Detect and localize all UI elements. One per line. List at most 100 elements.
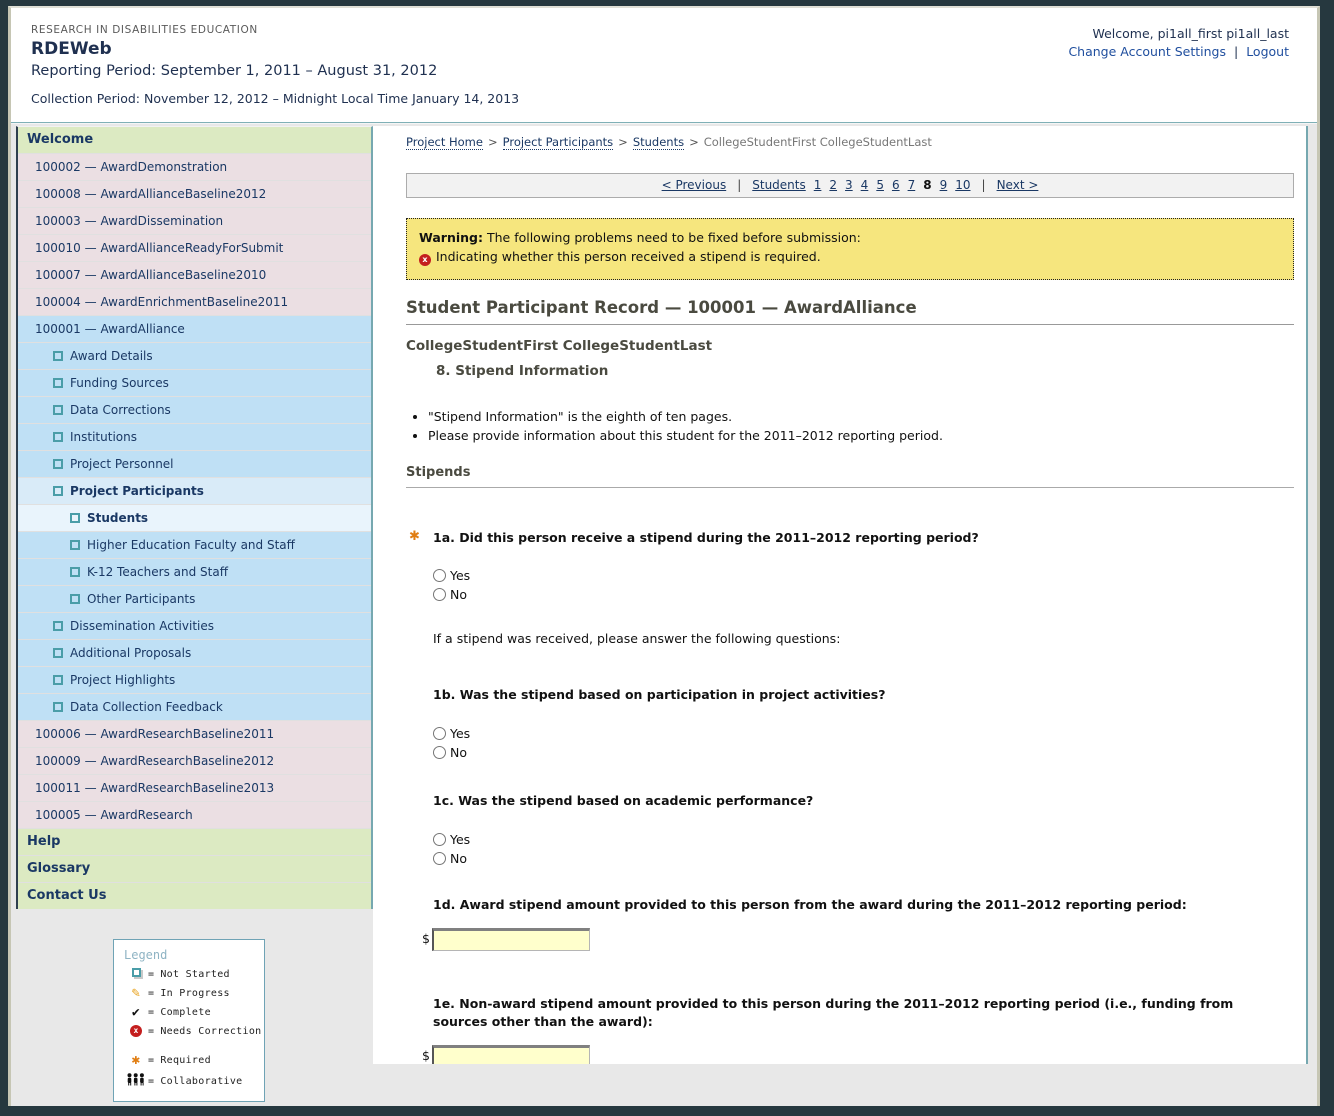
sidebar-item-label: 100008 — AwardAllianceBaseline2012	[35, 187, 266, 201]
sidebar-item-100005-awardresearch[interactable]: 100005 — AwardResearch	[18, 802, 371, 828]
change-account-settings-link[interactable]: Change Account Settings	[1068, 44, 1226, 59]
q1a-yes-radio[interactable]: Yes	[433, 568, 1294, 587]
welcome-user: Welcome, pi1all_first pi1all_last	[1068, 26, 1289, 41]
sidebar-item-100002-awarddemonstration[interactable]: 100002 — AwardDemonstration	[18, 154, 371, 180]
sidebar-item-welcome[interactable]: Welcome	[18, 127, 371, 153]
legend-label: Complete	[160, 1007, 211, 1018]
radio-label: Yes	[450, 568, 470, 583]
sidebar-item-100001-awardalliance[interactable]: 100001 — AwardAlliance	[18, 316, 371, 342]
required-icon: ✱	[132, 1052, 141, 1068]
sidebar-item-data-collection-feedback[interactable]: Data Collection Feedback	[18, 694, 371, 720]
sidebar-item-100003-awarddissemination[interactable]: 100003 — AwardDissemination	[18, 208, 371, 234]
sidebar-item-data-corrections[interactable]: Data Corrections	[18, 397, 371, 423]
sidebar-item-label: Dissemination Activities	[70, 619, 214, 633]
sidebar-item-label: Data Corrections	[70, 403, 171, 417]
q1b-no-radio[interactable]: No	[433, 745, 1294, 764]
header-divider-band	[11, 120, 1317, 124]
currency-symbol: $	[422, 1048, 430, 1063]
needs-correction-icon: x	[124, 1025, 148, 1037]
main-content: Project Home>Project Participants>Studen…	[373, 126, 1308, 1064]
breadcrumb-link-students[interactable]: Students	[633, 135, 684, 150]
radio-label: No	[450, 851, 467, 866]
not-started-icon	[70, 540, 80, 550]
sidebar-item-100004-awardenrichmentbaseline2011[interactable]: 100004 — AwardEnrichmentBaseline2011	[18, 289, 371, 315]
not-started-icon	[53, 486, 63, 496]
sidebar-item-100009-awardresearchbaseline2012[interactable]: 100009 — AwardResearchBaseline2012	[18, 748, 371, 774]
complete-icon: ✔	[124, 1006, 148, 1019]
page-link-5[interactable]: 5	[876, 178, 884, 192]
breadcrumb-link-project-home[interactable]: Project Home	[406, 135, 483, 150]
sidebar-item-additional-proposals[interactable]: Additional Proposals	[18, 640, 371, 666]
non-award-stipend-amount-input[interactable]	[432, 1045, 590, 1064]
sidebar-item-project-personnel[interactable]: Project Personnel	[18, 451, 371, 477]
q1a-yes-radio-input[interactable]	[433, 569, 446, 582]
sidebar-item-students[interactable]: Students	[18, 505, 371, 531]
sidebar-item-label: Institutions	[70, 430, 137, 444]
sidebar-item-glossary[interactable]: Glossary	[18, 856, 371, 882]
sidebar-item-other-participants[interactable]: Other Participants	[18, 586, 371, 612]
legend-equals: =	[148, 1055, 154, 1066]
intro-bullet: Please provide information about this st…	[428, 428, 1294, 443]
sidebar-item-project-highlights[interactable]: Project Highlights	[18, 667, 371, 693]
page-link-1[interactable]: 1	[814, 178, 822, 192]
section-heading-stipends: Stipends	[406, 465, 1294, 488]
not-started-icon	[53, 648, 63, 658]
legend-label: Not Started	[160, 969, 230, 980]
q1c-yes-radio-input[interactable]	[433, 833, 446, 846]
previous-page-link[interactable]: < Previous	[662, 178, 727, 192]
breadcrumb-separator: >	[689, 135, 699, 149]
radio-label: No	[450, 745, 467, 760]
question-1a-label: 1a. Did this person receive a stipend du…	[406, 529, 1266, 548]
needs-correction-icon: x	[130, 1025, 142, 1037]
legend-equals: =	[148, 969, 154, 980]
intro-bullet: "Stipend Information" is the eighth of t…	[428, 409, 1294, 424]
sidebar-item-100011-awardresearchbaseline2013[interactable]: 100011 — AwardResearchBaseline2013	[18, 775, 371, 801]
sidebar-item-higher-education-faculty-and-staff[interactable]: Higher Education Faculty and Staff	[18, 532, 371, 558]
sidebar-item-project-participants[interactable]: Project Participants	[18, 478, 371, 504]
page-link-10[interactable]: 10	[955, 178, 970, 192]
q1c-no-radio-input[interactable]	[433, 852, 446, 865]
sidebar: Welcome100002 — AwardDemonstration 100008…	[16, 126, 373, 1102]
q1b-yes-radio-input[interactable]	[433, 727, 446, 740]
sidebar-item-label: 100004 — AwardEnrichmentBaseline2011	[35, 295, 288, 309]
sidebar-item-k-12-teachers-and-staff[interactable]: K-12 Teachers and Staff	[18, 559, 371, 585]
sidebar-item-dissemination-activities[interactable]: Dissemination Activities	[18, 613, 371, 639]
sidebar-item-label: 100009 — AwardResearchBaseline2012	[35, 754, 274, 768]
q1b-no-radio-input[interactable]	[433, 746, 446, 759]
sidebar-item-100006-awardresearchbaseline2011[interactable]: 100006 — AwardResearchBaseline2011	[18, 721, 371, 747]
app-window: RESEARCH IN DISABILITIES EDUCATION RDEWe…	[8, 6, 1320, 1106]
q1a-no-radio-input[interactable]	[433, 588, 446, 601]
students-list-link[interactable]: Students	[752, 178, 806, 192]
q1a-no-radio[interactable]: No	[433, 587, 1294, 606]
current-page-number: 8	[923, 178, 931, 192]
logout-link[interactable]: Logout	[1246, 44, 1289, 59]
not-started-icon	[53, 459, 63, 469]
warning-box: Warning: The following problems need to …	[406, 218, 1294, 280]
sidebar-item-100010-awardalliancereadyforsubmit[interactable]: 100010 — AwardAllianceReadyForSubmit	[18, 235, 371, 261]
sidebar-item-award-details[interactable]: Award Details	[18, 343, 371, 369]
next-page-link[interactable]: Next >	[997, 178, 1039, 192]
award-stipend-amount-input[interactable]	[432, 928, 590, 951]
q1c-yes-radio[interactable]: Yes	[433, 832, 1294, 851]
required-icon: ✱	[124, 1053, 148, 1067]
sidebar-item-contact-us[interactable]: Contact Us	[18, 883, 371, 909]
q1b-yes-radio[interactable]: Yes	[433, 726, 1294, 745]
sidebar-item-institutions[interactable]: Institutions	[18, 424, 371, 450]
page-link-3[interactable]: 3	[845, 178, 853, 192]
page-link-2[interactable]: 2	[829, 178, 837, 192]
page-link-4[interactable]: 4	[861, 178, 869, 192]
breadcrumb-link-project-participants[interactable]: Project Participants	[503, 135, 614, 150]
sidebar-item-100008-awardalliancebaseline2012[interactable]: 100008 — AwardAllianceBaseline2012	[18, 181, 371, 207]
legend-item-required: ✱=Required	[124, 1053, 258, 1067]
not-started-icon	[70, 594, 80, 604]
q1c-no-radio[interactable]: No	[433, 851, 1294, 870]
sidebar-item-funding-sources[interactable]: Funding Sources	[18, 370, 371, 396]
page-link-9[interactable]: 9	[940, 178, 948, 192]
page-link-7[interactable]: 7	[908, 178, 916, 192]
sidebar-item-100007-awardalliancebaseline2010[interactable]: 100007 — AwardAllianceBaseline2010	[18, 262, 371, 288]
in-progress-icon: ✎	[124, 986, 148, 1000]
question-1c-options: YesNo	[406, 832, 1294, 870]
page-link-6[interactable]: 6	[892, 178, 900, 192]
sidebar-item-label: 100006 — AwardResearchBaseline2011	[35, 727, 274, 741]
sidebar-item-help[interactable]: Help	[18, 829, 371, 855]
